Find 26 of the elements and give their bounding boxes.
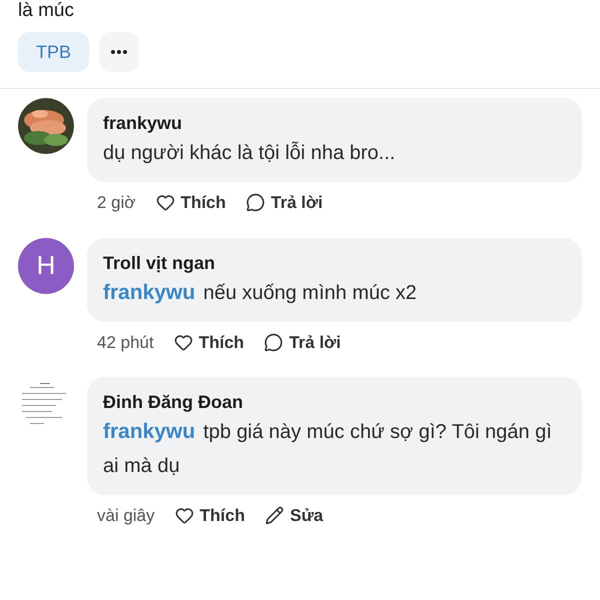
more-icon xyxy=(111,50,128,54)
heart-icon xyxy=(174,332,193,352)
tag-chip[interactable]: TPB xyxy=(18,32,90,72)
comment-text: frankywu tpb giá này múc chứ sợ gì? Tôi ngán gì ai mà dụ xyxy=(103,419,553,479)
like-button[interactable]: Thích xyxy=(174,330,244,355)
comment-time: 42 phút xyxy=(97,332,154,354)
speech-bubble-icon xyxy=(264,332,284,352)
comment-time: 2 giờ xyxy=(97,192,136,214)
comment-author: Đinh Đăng Đoan xyxy=(103,391,244,414)
reply-button[interactable]: Trả lời xyxy=(264,330,341,355)
like-button[interactable]: Thích xyxy=(174,503,245,528)
more-button[interactable] xyxy=(99,32,140,72)
comment-author: Troll vịt ngan xyxy=(103,252,216,275)
edit-button[interactable]: Sửa xyxy=(264,503,324,528)
reply-button[interactable]: Trả lời xyxy=(246,190,323,216)
like-button[interactable]: Thích xyxy=(156,190,226,216)
comment-author: frankywu xyxy=(103,112,184,135)
comment-time: vài giây xyxy=(97,505,155,527)
speech-bubble-icon xyxy=(246,193,265,212)
comment-text: dụ người khác là tội lỗi nha bro... xyxy=(103,140,396,166)
heart-icon xyxy=(174,506,194,526)
post-text: là múc xyxy=(18,0,75,22)
comment-text: frankywu nếu xuống mình múc x2 xyxy=(103,280,418,306)
avatar: H xyxy=(18,238,74,294)
pencil-icon xyxy=(264,506,284,526)
heart-icon xyxy=(156,193,175,212)
